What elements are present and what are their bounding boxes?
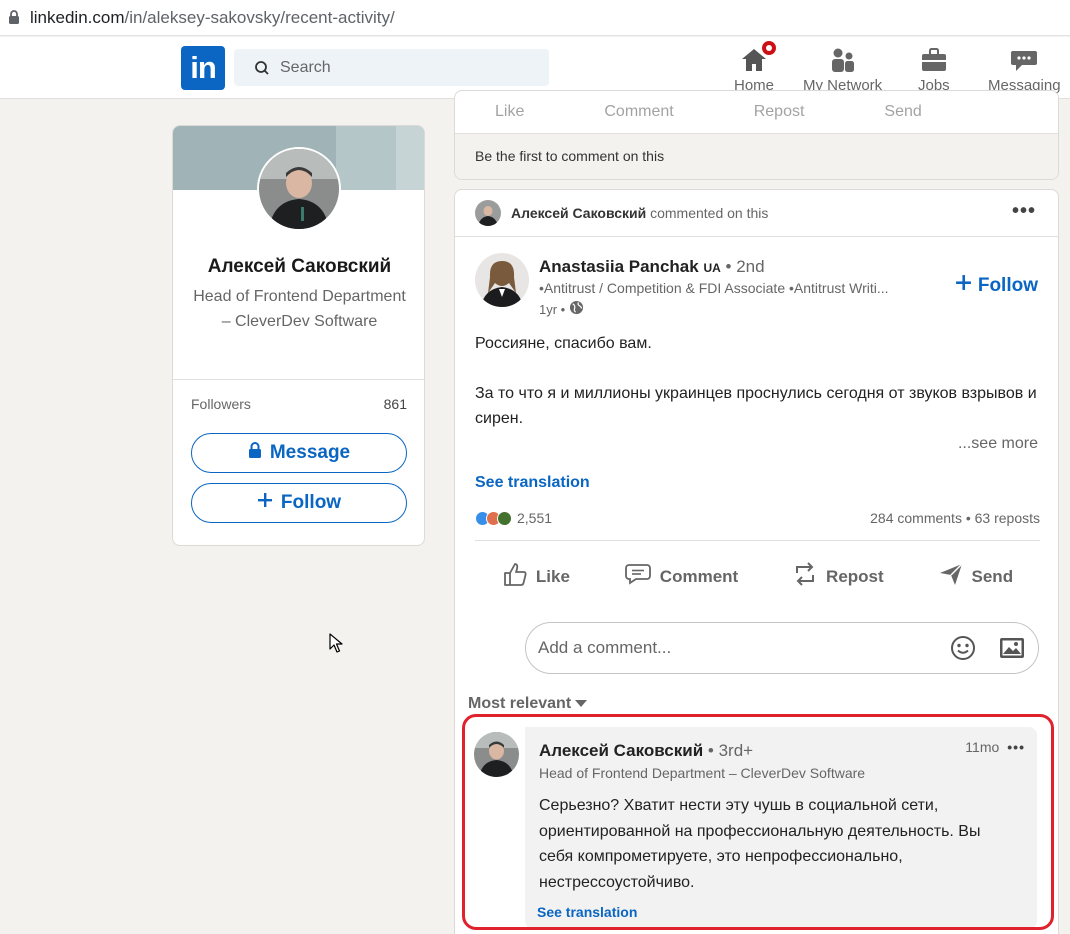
mouse-cursor-icon [329,633,343,658]
divider [455,236,1058,237]
send-icon [938,561,964,592]
author-avatar[interactable] [475,253,529,307]
like-button[interactable]: Like [495,103,524,121]
comment-button[interactable]: Comment [604,103,673,121]
author-name[interactable]: Anastasiia Panchak UA • 2nd [539,257,765,277]
first-comment-prompt: Be the first to comment on this [455,133,1058,179]
comment-button[interactable]: Comment [624,560,738,593]
divider [173,379,424,380]
follow-author-button[interactable]: Follow [955,274,1038,297]
nav-my-network[interactable]: My Network [803,41,882,94]
context-action: commented on this [650,205,769,221]
lock-icon [8,10,20,25]
followers-count: 861 [383,396,407,412]
nav-home[interactable]: Home [734,39,778,94]
messaging-icon [1010,41,1038,73]
globe-icon [569,300,584,318]
follow-button[interactable]: Follow [191,483,407,523]
linkedin-logo[interactable]: in [181,46,225,90]
post-actions: Like Comment Repost Send [475,560,1040,593]
activity-context: Алексей Саковский commented on this [475,200,768,226]
social-counts: 2,551 284 comments • 63 reposts [475,510,1040,526]
message-button[interactable]: Message [191,433,407,473]
comment-icon [624,562,652,591]
comment-input[interactable] [538,638,938,658]
see-more-link[interactable]: ...see more [958,435,1038,453]
search-box[interactable] [234,49,549,86]
search-icon [254,60,270,76]
author-subtitle: •Antitrust / Competition & FDI Associate… [539,280,889,296]
context-avatar[interactable] [475,200,501,226]
emoji-icon[interactable] [950,635,976,666]
thumbs-up-icon [502,561,528,592]
like-button[interactable]: Like [502,560,570,593]
plus-icon [257,492,273,514]
caret-down-icon [575,695,588,713]
profile-card: Алексей Саковский Head of Frontend Depar… [172,125,425,546]
lock-icon [248,441,262,465]
followers-row[interactable]: Followers 861 [191,396,407,412]
previous-post: Like Comment Repost Send Be the first to… [454,90,1059,180]
send-button[interactable]: Send [938,560,1013,593]
home-icon [740,39,778,73]
context-name[interactable]: Алексей Саковский [511,205,646,221]
briefcase-icon [920,41,948,73]
repost-button[interactable]: Repost [754,103,805,121]
network-icon [829,41,857,73]
browser-address-bar[interactable]: linkedin.com/in/aleksey-sakovsky/recent-… [0,0,1070,36]
reactions-count[interactable]: 2,551 [475,510,552,526]
repost-button[interactable]: Repost [792,560,884,593]
search-input[interactable] [280,58,520,77]
divider [475,540,1040,541]
profile-headline: Head of Frontend Department – CleverDev … [193,288,406,330]
plus-icon [955,274,972,297]
comments-reposts-count[interactable]: 284 comments • 63 reposts [870,510,1040,526]
support-reaction-icon [497,510,512,526]
nav-messaging[interactable]: Messaging [988,41,1061,94]
comment-input-box[interactable] [525,622,1039,674]
nav-jobs[interactable]: Jobs [918,41,950,94]
see-translation-link[interactable]: See translation [475,474,590,492]
post-timestamp: 1yr • [539,300,584,318]
send-button[interactable]: Send [884,103,921,121]
sort-dropdown[interactable]: Most relevant [468,695,588,713]
profile-name[interactable]: Алексей Саковский [173,256,424,278]
more-options-icon[interactable]: ••• [1012,200,1036,223]
repost-icon [792,560,818,593]
previous-post-actions: Like Comment Repost Send [455,91,1058,133]
url-text[interactable]: linkedin.com/in/aleksey-sakovsky/recent-… [30,8,395,28]
image-icon[interactable] [998,635,1026,666]
notification-badge [760,39,778,57]
followers-label: Followers [191,396,251,412]
avatar[interactable] [257,147,341,231]
highlight-annotation-box [462,714,1054,930]
